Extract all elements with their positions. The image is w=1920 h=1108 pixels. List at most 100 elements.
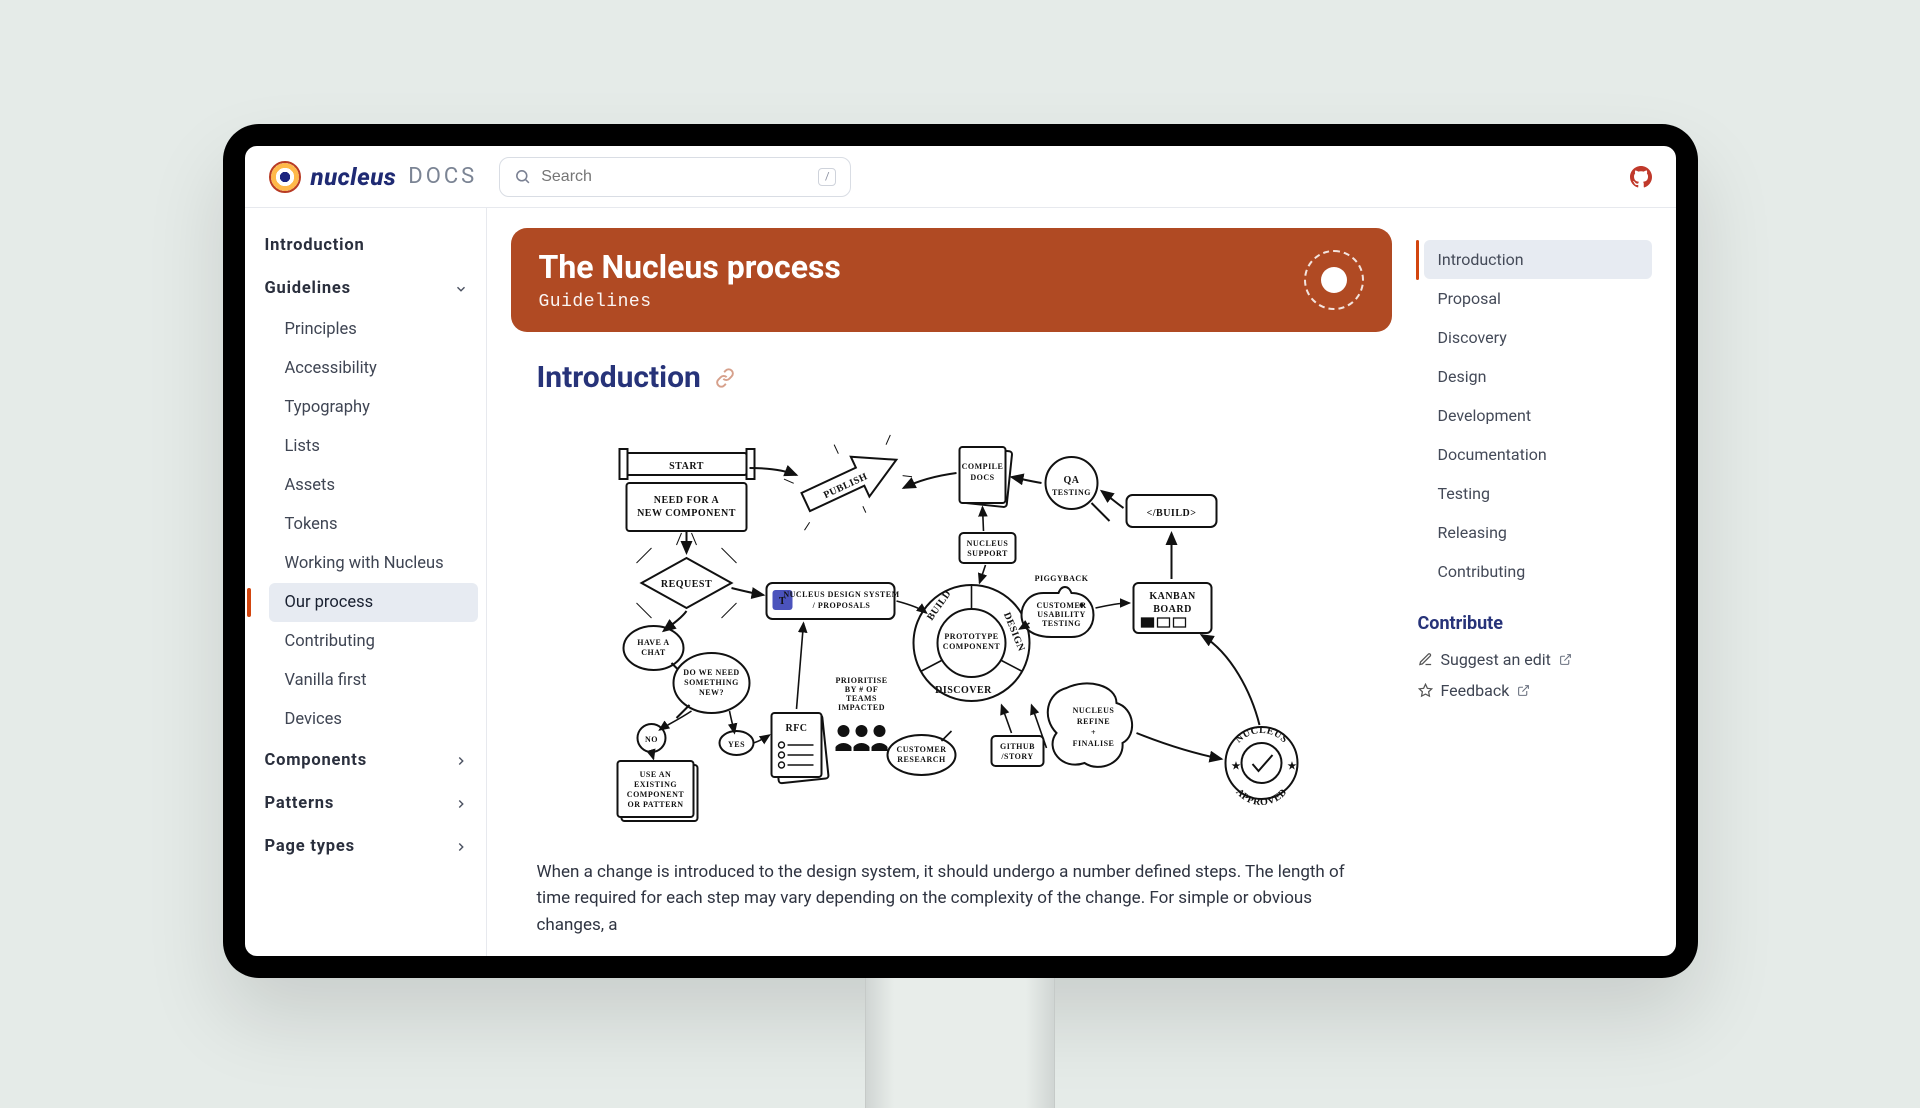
- sidebar-label: Components: [265, 751, 367, 770]
- toc-item-design[interactable]: Design: [1424, 357, 1652, 396]
- toc-item-testing[interactable]: Testing: [1424, 474, 1652, 513]
- sidebar-item-tokens[interactable]: Tokens: [269, 505, 478, 544]
- toc-item-documentation[interactable]: Documentation: [1424, 435, 1652, 474]
- sidebar-section-patterns[interactable]: Patterns: [263, 782, 478, 825]
- sidebar-item-assets[interactable]: Assets: [269, 466, 478, 505]
- svg-text:YES: YES: [727, 740, 744, 749]
- svg-text:NO: NO: [645, 735, 658, 744]
- logo[interactable]: nucleus DOCS: [269, 161, 478, 193]
- chevron-right-icon: [454, 754, 468, 768]
- svg-text:EXISTING: EXISTING: [633, 780, 676, 789]
- svg-text:START: START: [669, 461, 704, 472]
- sidebar-item-principles[interactable]: Principles: [269, 310, 478, 349]
- svg-text:REFINE: REFINE: [1076, 717, 1109, 726]
- search-input[interactable]: [541, 168, 808, 186]
- diagram-start: START: [619, 449, 754, 479]
- svg-text:REQUEST: REQUEST: [660, 579, 711, 590]
- anchor-link-icon[interactable]: [715, 368, 735, 388]
- toc-item-releasing[interactable]: Releasing: [1424, 513, 1652, 552]
- sidebar-item-our-process[interactable]: Our process: [269, 583, 478, 622]
- sidebar-item-accessibility[interactable]: Accessibility: [269, 349, 478, 388]
- search-shortcut: /: [818, 168, 836, 186]
- table-of-contents: Introduction Proposal Discovery Design D…: [1416, 228, 1652, 956]
- sidebar-label: Patterns: [265, 794, 335, 813]
- toc-item-introduction[interactable]: Introduction: [1424, 240, 1652, 279]
- star-icon: [1418, 683, 1433, 698]
- svg-text:NEW COMPONENT: NEW COMPONENT: [637, 508, 736, 519]
- svg-text:IMPACTED: IMPACTED: [838, 703, 885, 712]
- svg-text:/ PROPOSALS: / PROPOSALS: [811, 601, 870, 610]
- sidebar-item-contributing[interactable]: Contributing: [269, 622, 478, 661]
- sidebar-label: Introduction: [265, 236, 365, 255]
- toc-active-indicator: [1416, 240, 1419, 280]
- topbar: nucleus DOCS /: [245, 146, 1676, 208]
- svg-text:GITHUB: GITHUB: [999, 742, 1034, 751]
- svg-text:NUCLEUS: NUCLEUS: [966, 539, 1008, 548]
- sidebar-label: Page types: [265, 837, 355, 856]
- sidebar-item-vanilla-first[interactable]: Vanilla first: [269, 661, 478, 700]
- svg-text:COMPONENT: COMPONENT: [626, 790, 684, 799]
- svg-text:TESTING: TESTING: [1041, 619, 1080, 628]
- external-link-icon: [1559, 653, 1572, 666]
- page-title: The Nucleus process: [539, 248, 841, 286]
- svg-text:</BUILD>: </BUILD>: [1146, 508, 1196, 519]
- svg-text:RFC: RFC: [785, 723, 807, 734]
- svg-text:CUSTOMER: CUSTOMER: [1036, 601, 1086, 610]
- toc-item-development[interactable]: Development: [1424, 396, 1652, 435]
- content: The Nucleus process Guidelines Introduct…: [511, 228, 1392, 956]
- sidebar-item-working-with-nucleus[interactable]: Working with Nucleus: [269, 544, 478, 583]
- svg-text:★: ★: [1231, 761, 1240, 772]
- search-icon: [514, 168, 531, 185]
- toc-item-proposal[interactable]: Proposal: [1424, 279, 1652, 318]
- svg-text:NUCLEUS: NUCLEUS: [1072, 706, 1114, 715]
- svg-text:FINALISE: FINALISE: [1072, 739, 1114, 748]
- sidebar-section-page-types[interactable]: Page types: [263, 825, 478, 868]
- contribute-link-feedback[interactable]: Feedback: [1416, 675, 1652, 706]
- svg-text:QA: QA: [1063, 475, 1079, 486]
- search-box[interactable]: /: [499, 157, 851, 197]
- sidebar-item-lists[interactable]: Lists: [269, 427, 478, 466]
- svg-text:PIGGYBACK: PIGGYBACK: [1034, 574, 1088, 583]
- svg-text:DISCOVER: DISCOVER: [935, 685, 992, 696]
- svg-text:NEED FOR A: NEED FOR A: [653, 495, 719, 506]
- logo-sub: DOCS: [408, 164, 477, 189]
- sidebar-section-guidelines[interactable]: Guidelines: [263, 267, 478, 310]
- sidebar-item-devices[interactable]: Devices: [269, 700, 478, 739]
- svg-text:COMPONENT: COMPONENT: [942, 642, 1000, 651]
- svg-text:OR PATTERN: OR PATTERN: [627, 800, 683, 809]
- svg-text:HAVE A: HAVE A: [637, 638, 669, 647]
- pencil-icon: [1418, 652, 1433, 667]
- toc-item-discovery[interactable]: Discovery: [1424, 318, 1652, 357]
- svg-text:+: +: [1090, 728, 1095, 737]
- section-heading-introduction: Introduction: [537, 360, 701, 395]
- svg-text:USE AN: USE AN: [639, 770, 671, 779]
- svg-text:PRIORITISE: PRIORITISE: [835, 676, 887, 685]
- svg-text:/STORY: /STORY: [1000, 752, 1033, 761]
- svg-text:SOMETHING: SOMETHING: [684, 678, 739, 687]
- svg-text:DO WE NEED: DO WE NEED: [683, 668, 739, 677]
- sidebar-section-components[interactable]: Components: [263, 739, 478, 782]
- svg-text:BOARD: BOARD: [1153, 604, 1192, 615]
- svg-text:NEW?: NEW?: [698, 688, 723, 697]
- svg-text:NUCLEUS DESIGN SYSTEM: NUCLEUS DESIGN SYSTEM: [783, 590, 899, 599]
- hero-badge-icon: [1304, 250, 1364, 310]
- contribute-heading: Contribute: [1418, 613, 1652, 634]
- external-link-icon: [1517, 684, 1530, 697]
- svg-text:DOCS: DOCS: [970, 473, 994, 482]
- svg-text:PROTOTYPE: PROTOTYPE: [944, 632, 998, 641]
- svg-text:CHAT: CHAT: [641, 648, 666, 657]
- svg-text:KANBAN: KANBAN: [1149, 591, 1196, 602]
- logo-mark-icon: [269, 161, 301, 193]
- github-icon[interactable]: [1630, 166, 1652, 188]
- svg-text:CUSTOMER: CUSTOMER: [896, 745, 946, 754]
- sidebar-item-typography[interactable]: Typography: [269, 388, 478, 427]
- chevron-right-icon: [454, 840, 468, 854]
- svg-text:TEAMS: TEAMS: [846, 694, 877, 703]
- contribute-link-suggest-edit[interactable]: Suggest an edit: [1416, 644, 1652, 675]
- sidebar-section-introduction[interactable]: Introduction: [263, 224, 478, 267]
- monitor-stand: [865, 978, 1055, 1108]
- process-diagram: .dl text { font-size:10px; fill:#111; le…: [537, 413, 1366, 833]
- page-hero: The Nucleus process Guidelines: [511, 228, 1392, 332]
- toc-item-contributing[interactable]: Contributing: [1424, 552, 1652, 591]
- svg-text:SUPPORT: SUPPORT: [967, 549, 1008, 558]
